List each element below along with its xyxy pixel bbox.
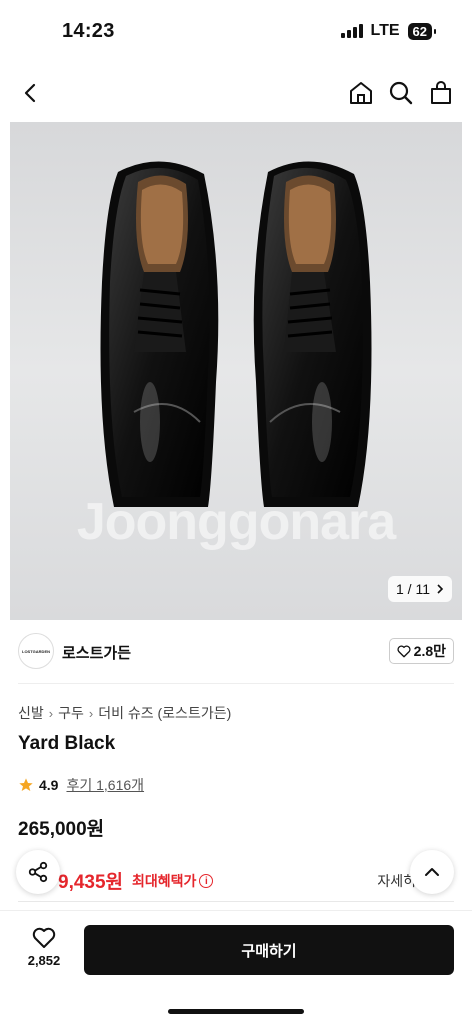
brand-like-button[interactable]: 2.8만 <box>388 638 454 664</box>
chevron-up-icon <box>425 868 439 876</box>
buy-button[interactable]: 구매하기 <box>84 925 454 975</box>
brand-like-count: 2.8만 <box>413 643 446 659</box>
benefit-label-text: 최대혜택가 <box>132 873 197 889</box>
shopping-bag-icon <box>431 81 451 104</box>
chevron-right-icon: › <box>88 705 94 721</box>
share-icon <box>28 861 48 883</box>
star-icon <box>19 778 33 791</box>
cart-button[interactable] <box>426 78 456 108</box>
status-time: 14:23 <box>62 20 115 42</box>
nav-actions <box>346 78 456 108</box>
left-shoe <box>100 161 219 507</box>
seller-row[interactable]: LOSTGARDEN 로스트가든 2.8만 <box>18 633 454 673</box>
share-button[interactable] <box>16 850 60 894</box>
review-link[interactable]: 후기 1,616개 <box>66 775 144 795</box>
watermark: Joonggonara <box>76 493 396 551</box>
search-button[interactable] <box>386 78 416 108</box>
scroll-top-button[interactable] <box>410 850 454 894</box>
home-button[interactable] <box>346 78 376 108</box>
info-icon[interactable]: i <box>199 874 214 888</box>
heart-icon <box>397 645 411 657</box>
chevron-right-icon: › <box>48 705 54 721</box>
status-indicators: LTE 62 <box>340 22 437 40</box>
network-type: LTE <box>370 22 400 39</box>
status-bar: 14:23 LTE 62 <box>0 0 472 64</box>
image-counter-text: 1 / 11 <box>396 581 430 597</box>
seller-logo-text: LOSTGARDEN <box>22 648 50 654</box>
seller-logo[interactable]: LOSTGARDEN <box>18 633 54 669</box>
divider <box>18 683 454 684</box>
home-indicator <box>168 1009 304 1014</box>
seller-name[interactable]: 로스트가든 <box>62 642 131 663</box>
rating-value: 4.9 <box>39 777 59 793</box>
back-button[interactable] <box>16 78 46 108</box>
home-icon <box>350 82 372 104</box>
signal-icon <box>340 24 363 38</box>
product-image-carousel[interactable]: Joonggonara 1 / 11 <box>10 122 462 620</box>
wishlist-count: 2,852 <box>27 953 61 968</box>
heart-icon <box>32 927 56 948</box>
benefit-row[interactable]: 9,435원 최대혜택가 i 자세히 <box>18 856 454 902</box>
bottom-action-bar: 2,852 구매하기 <box>0 910 472 1024</box>
product-title: Yard Black <box>18 733 116 754</box>
breadcrumb-item-shoes[interactable]: 신발 <box>18 703 44 723</box>
benefit-label: 최대혜택가 i <box>132 871 214 891</box>
image-counter[interactable]: 1 / 11 <box>388 576 452 602</box>
product-price: 265,000원 <box>18 819 105 840</box>
search-icon <box>389 81 413 105</box>
right-shoe <box>253 161 372 507</box>
benefit-price: 9,435원 <box>58 872 124 893</box>
battery-icon: 62 <box>407 22 437 40</box>
wishlist-button[interactable]: 2,852 <box>22 927 66 968</box>
back-chevron-icon <box>24 83 36 103</box>
breadcrumb-item-derby[interactable]: 더비 슈즈 (로스트가든) <box>98 703 231 723</box>
breadcrumb-item-dress-shoes[interactable]: 구두 <box>58 703 84 723</box>
chevron-right-icon <box>437 584 444 594</box>
rating-row: 4.9 후기 1,616개 <box>18 775 144 795</box>
breadcrumb: 신발 › 구두 › 더비 슈즈 (로스트가든) <box>18 703 231 723</box>
top-nav-bar <box>0 64 472 122</box>
